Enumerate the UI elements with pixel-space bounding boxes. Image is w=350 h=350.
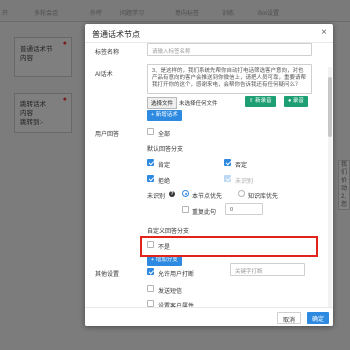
record-label: 录音 xyxy=(292,98,304,104)
ai-script-textarea[interactable]: 3、是这样的，我们系统先帮你自动打电话筛选客户意向，对也产品有意向的客户会推送到… xyxy=(147,64,312,94)
nav-item[interactable]: 意向标签 xyxy=(175,8,199,17)
ok-button[interactable]: 确定 xyxy=(307,312,330,324)
node-text: 我们 xyxy=(341,162,348,176)
custom-branch-heading: 自定义回答分支 xyxy=(147,229,190,235)
add-script-button[interactable]: + 新增话术 xyxy=(147,110,182,121)
other-settings-label: 其他设置 xyxy=(95,272,120,278)
unrecognized-checkbox-label: 未识别 xyxy=(235,179,254,185)
ai-script-label: AI话术 xyxy=(95,72,113,78)
upload-icon: ⇧ xyxy=(249,98,254,104)
node-body: 内容 xyxy=(20,55,33,62)
all-checkbox-label: 全部 xyxy=(158,132,171,138)
unrecognized-checkbox xyxy=(224,175,231,182)
dialog-title: 普通话术节点 xyxy=(92,30,140,39)
mic-icon: ● xyxy=(62,96,67,103)
no-file-text: 未选择任何文件 xyxy=(179,101,218,107)
node-jump: 跳转到:- xyxy=(20,119,44,126)
negate-checkbox[interactable] xyxy=(224,159,231,166)
dialog-header: 普通话术节点 × xyxy=(85,24,333,43)
dialog-body: 标签名称 请输入标签名称 AI话术 3、是这样的，我们系统先帮你自动打电话筛选客… xyxy=(85,43,333,310)
nav-item[interactable]: 训练 xyxy=(222,8,234,17)
reject-checkbox[interactable] xyxy=(147,175,154,182)
highlight-annotation xyxy=(140,236,318,257)
repeat-count-input[interactable]: 0 xyxy=(225,203,263,215)
node-priority-radio[interactable] xyxy=(182,190,189,197)
repeat-checkbox[interactable] xyxy=(182,206,189,213)
scrollbar-thumb[interactable] xyxy=(328,77,332,137)
nav-item[interactable]: 多轮会话 xyxy=(34,8,58,17)
send-sms-label: 发送短信 xyxy=(158,289,183,295)
dialog-footer: 取消 确定 xyxy=(85,307,333,326)
unrecognized-label: 未识别 xyxy=(147,194,166,200)
canvas-node[interactable]: 跳转话术 ● 内容 跳转到:- xyxy=(14,93,72,133)
record-button[interactable]: ● 录音 xyxy=(284,96,308,107)
nav-item[interactable]: Bot设置 xyxy=(258,8,279,17)
help-icon[interactable]: ? xyxy=(169,191,175,197)
cancel-button[interactable]: 取消 xyxy=(277,312,302,324)
reject-checkbox-label: 拒绝 xyxy=(158,179,171,185)
nav-item[interactable]: 开 xyxy=(2,8,8,17)
negate-checkbox-label: 否定 xyxy=(235,163,248,169)
repeat-label: 重复此句 xyxy=(192,210,217,216)
tag-name-input[interactable]: 请输入标签名称 xyxy=(147,43,312,56)
canvas-node-partial[interactable]: 我们 价 动 2,您 xyxy=(338,160,350,210)
affirm-checkbox[interactable] xyxy=(147,159,154,166)
node-text: 动 xyxy=(341,186,348,192)
node-priority-label: 本节点优先 xyxy=(192,194,223,200)
user-answer-label: 用户回答 xyxy=(95,132,120,138)
send-sms-checkbox[interactable] xyxy=(147,285,154,292)
affirm-checkbox-label: 肯定 xyxy=(158,163,171,169)
mic-icon: ● xyxy=(288,98,292,104)
kb-priority-radio[interactable] xyxy=(238,190,245,197)
canvas-node[interactable]: 普通话术节 ● 内容 xyxy=(14,37,72,77)
new-recording-button[interactable]: ⇧ 新录音 xyxy=(245,96,276,107)
allow-interrupt-label: 允许用户打断 xyxy=(158,272,195,278)
new-recording-label: 新录音 xyxy=(255,98,272,104)
tag-name-label: 标签名称 xyxy=(95,50,120,56)
nav-item[interactable]: 外呼 xyxy=(90,8,102,17)
kb-priority-label: 知识库优先 xyxy=(248,194,279,200)
top-nav: 开 多轮会话 外呼 问题学习 意向标签 训练 Bot设置 xyxy=(0,0,350,22)
all-checkbox[interactable] xyxy=(147,128,154,135)
choose-file-button[interactable]: 选择文件 xyxy=(147,97,178,109)
allow-interrupt-checkbox[interactable] xyxy=(147,268,154,275)
keyword-interrupt-input[interactable]: 关键字打断 xyxy=(230,263,305,276)
node-dialog: 普通话术节点 × 标签名称 请输入标签名称 AI话术 3、是这样的，我们系统先帮… xyxy=(85,24,333,326)
close-icon[interactable]: × xyxy=(321,27,327,38)
set-attrs-checkbox[interactable] xyxy=(147,300,154,307)
node-text: 价 xyxy=(341,178,348,184)
default-branch-heading: 默认回答分支 xyxy=(147,147,184,153)
dialog-scrollbar[interactable] xyxy=(328,67,332,307)
mic-icon: ● xyxy=(62,40,67,47)
nav-item[interactable]: 问题学习 xyxy=(120,8,144,17)
node-text: 2,您 xyxy=(341,194,348,208)
